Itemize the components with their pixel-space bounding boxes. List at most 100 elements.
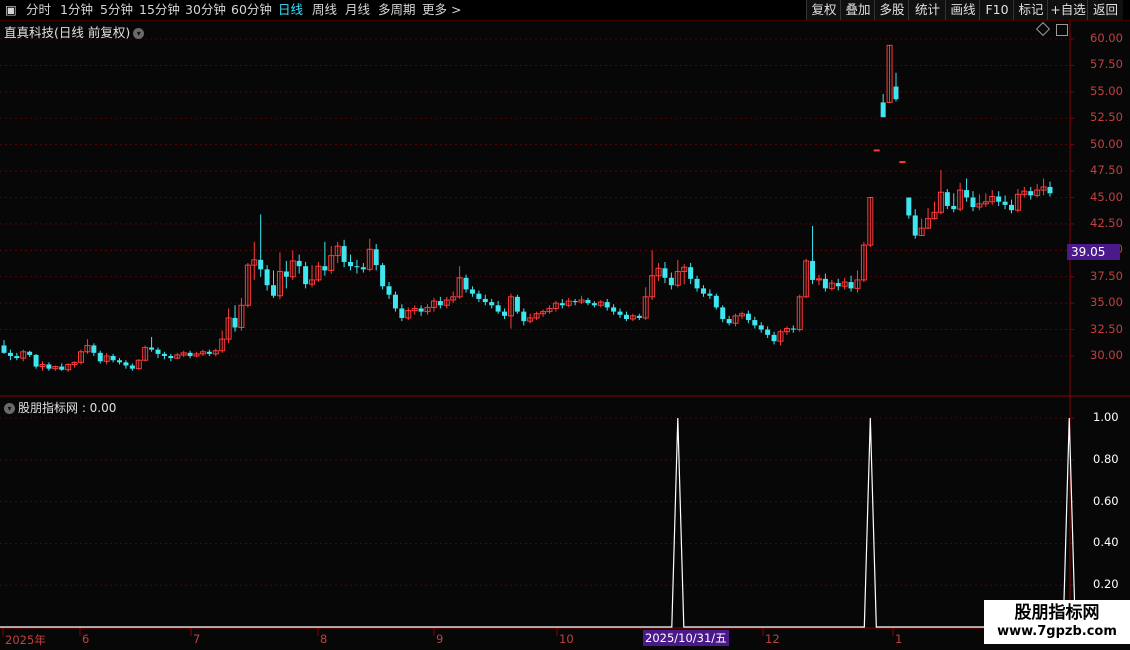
- kline-toggle-icon[interactable]: ▣: [5, 2, 17, 18]
- chevron-down-icon[interactable]: ▾: [4, 403, 15, 414]
- candle-body: [354, 266, 360, 268]
- candle-body: [476, 293, 482, 299]
- multi-stock-button[interactable]: 多股: [874, 0, 909, 20]
- indicator-tick-label: 1.00: [1093, 410, 1119, 424]
- candle-body: [206, 351, 212, 354]
- candle-body: [33, 354, 39, 367]
- period-more[interactable]: 更多 >: [422, 2, 461, 18]
- square-icon[interactable]: [1056, 24, 1068, 36]
- period-15min[interactable]: 15分钟: [139, 2, 180, 18]
- period-weekly[interactable]: 周线: [312, 2, 337, 18]
- candle-body: [758, 325, 764, 330]
- candle-body: [899, 161, 906, 164]
- candle-body: [97, 352, 103, 362]
- period-daily[interactable]: 日线: [278, 2, 303, 18]
- candle-body: [681, 266, 688, 272]
- candle-body: [937, 191, 944, 213]
- candle-body: [745, 313, 751, 321]
- overlay-button[interactable]: 叠加: [840, 0, 875, 20]
- candle-body: [873, 149, 880, 152]
- draw-line-button[interactable]: 画线: [945, 0, 980, 20]
- candle-body: [328, 255, 335, 271]
- time-tick-label: 9: [436, 632, 444, 646]
- candle-body: [565, 300, 572, 306]
- candle-body: [976, 203, 983, 208]
- candle-body: [91, 345, 97, 353]
- candle-body: [803, 260, 810, 298]
- candle-body: [193, 353, 200, 357]
- price-tick-label: 50.00: [1090, 136, 1123, 151]
- candle-body: [860, 244, 867, 281]
- candle-body: [360, 267, 366, 270]
- candle-body: [315, 265, 322, 281]
- fuquan-button[interactable]: 复权: [806, 0, 841, 20]
- period-monthly[interactable]: 月线: [345, 2, 370, 18]
- candle-body: [456, 277, 463, 298]
- period-5min[interactable]: 5分钟: [100, 2, 133, 18]
- mark-button[interactable]: 标记: [1013, 0, 1048, 20]
- candle-body: [1034, 189, 1041, 196]
- period-fenshi[interactable]: 分时: [26, 2, 51, 18]
- candle-body: [700, 288, 706, 294]
- f10-button[interactable]: F10: [979, 0, 1014, 20]
- candle-body: [713, 295, 719, 308]
- add-watchlist-button[interactable]: +自选: [1047, 0, 1088, 20]
- price-tick-label: 52.50: [1090, 110, 1123, 125]
- candle-body: [559, 303, 565, 306]
- indicator-title-text: 股朋指标网 : 0.00: [18, 401, 117, 415]
- candle-body: [1002, 201, 1008, 205]
- period-multi[interactable]: 多周期: [378, 2, 416, 18]
- candle-body: [996, 196, 1002, 202]
- candle-body: [219, 338, 226, 352]
- candle-body: [880, 102, 886, 118]
- candle-body: [187, 352, 193, 356]
- price-tick-label: 30.00: [1090, 348, 1123, 362]
- candle-body: [129, 365, 135, 369]
- candle-body: [752, 320, 758, 326]
- candle-body: [39, 363, 46, 368]
- candle-body: [303, 266, 309, 285]
- candle-body: [546, 307, 553, 313]
- period-toolbar: ▣ 分时 1分钟 5分钟 15分钟 30分钟 60分钟 日线 周线 月线 多周期…: [0, 0, 1130, 21]
- candle-body: [20, 351, 27, 359]
- candle-body: [110, 356, 116, 361]
- candle-body: [629, 315, 636, 320]
- candlestick-chart[interactable]: [0, 0, 1130, 650]
- candle-body: [918, 227, 925, 237]
- candle-body: [469, 289, 475, 294]
- candle-body: [283, 271, 289, 277]
- diamond-icon[interactable]: [1035, 21, 1051, 37]
- candle-body: [502, 311, 508, 316]
- candle-body: [348, 261, 354, 267]
- candle-body: [964, 190, 970, 198]
- statistics-button[interactable]: 统计: [908, 0, 946, 20]
- time-tick-label: 7: [193, 632, 201, 646]
- selected-date-tag: 2025/10/31/五: [643, 630, 729, 646]
- candle-body: [732, 315, 739, 324]
- candle-body: [796, 296, 803, 331]
- candle-body: [925, 218, 932, 229]
- candle-body: [59, 366, 65, 370]
- candle-body: [155, 349, 161, 354]
- candle-body: [437, 301, 443, 306]
- candle-body: [1047, 186, 1053, 194]
- candle-body: [597, 301, 604, 306]
- period-30min[interactable]: 30分钟: [185, 2, 226, 18]
- candle-body: [174, 354, 181, 359]
- chevron-down-icon[interactable]: ▾: [133, 28, 145, 39]
- back-button[interactable]: 返回: [1087, 0, 1123, 20]
- candle-body: [783, 328, 790, 333]
- candle-body: [27, 351, 33, 355]
- candle-body: [694, 278, 700, 289]
- candle-body: [957, 189, 964, 210]
- candle-body: [649, 275, 656, 298]
- period-1min[interactable]: 1分钟: [60, 2, 93, 18]
- candle-body: [989, 195, 996, 203]
- time-tick-label: 10: [559, 632, 574, 646]
- candle-body: [521, 311, 527, 322]
- candle-body: [540, 311, 547, 315]
- candle-body: [815, 278, 822, 281]
- candle-body: [688, 267, 694, 279]
- period-60min[interactable]: 60分钟: [231, 2, 272, 18]
- candle-body: [951, 205, 957, 210]
